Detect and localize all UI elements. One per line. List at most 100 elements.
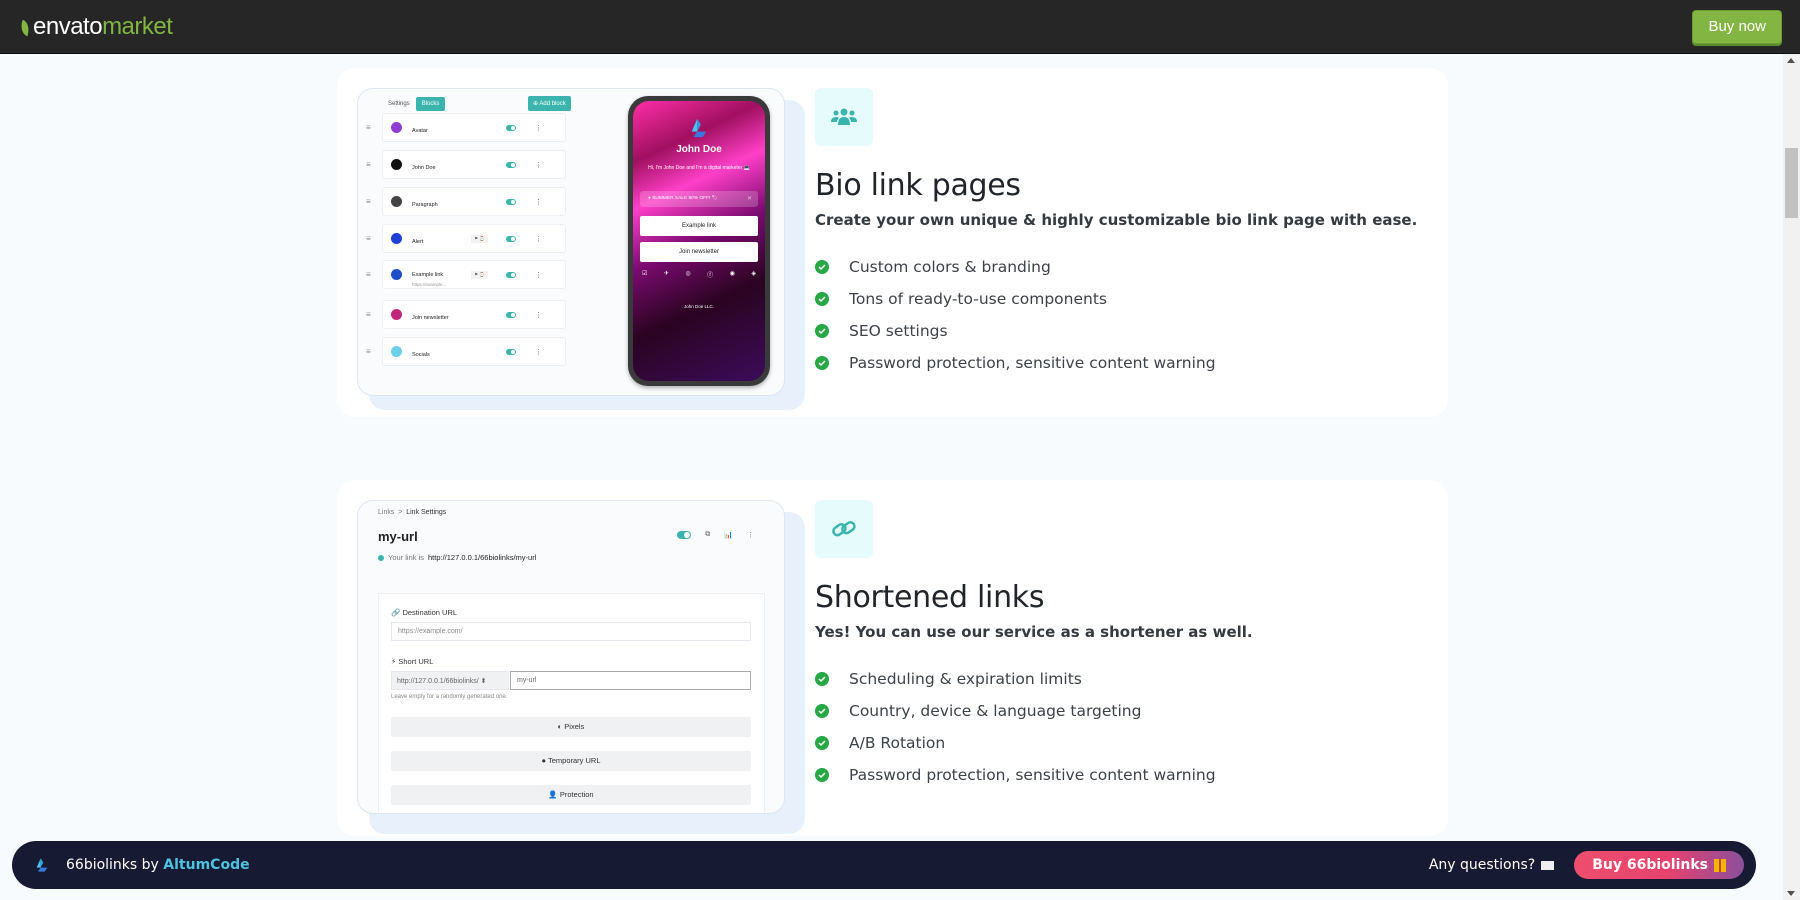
feature-bullet: SEO settings [815, 315, 1417, 347]
whatsapp-social-icon[interactable]: ◎ [685, 270, 690, 279]
email-social-icon[interactable]: ☑ [642, 270, 647, 279]
link-info: Your link is http://127.0.0.1/66biolinks… [378, 553, 536, 562]
block-toggle[interactable] [506, 348, 516, 355]
phone-link-button[interactable]: Example link [640, 216, 758, 236]
add-block-button[interactable]: ⊕ Add block [528, 96, 571, 111]
block-row[interactable]: ≡ Join newsletter ⋮ [366, 300, 566, 329]
scroll-up-arrow-icon[interactable] [1787, 58, 1795, 63]
more-options-icon[interactable]: ⋮ [535, 348, 542, 356]
copy-icon[interactable]: ⧉ [705, 531, 710, 539]
more-options-icon[interactable]: ⋮ [535, 161, 542, 169]
scroll-down-arrow-icon[interactable] [1787, 891, 1795, 896]
logo-word-envato: envato [33, 12, 103, 40]
more-options-icon[interactable]: ⋮ [535, 235, 542, 243]
bottom-bar-actions: Any questions? Buy 66biolinks [1429, 851, 1744, 879]
product-name: 66biolinks by AltumCode [66, 857, 250, 873]
block-row[interactable]: ≡ John Doe ⋮ [366, 150, 566, 179]
envato-logo[interactable]: envato market [17, 12, 173, 41]
link-url[interactable]: http://127.0.0.1/66biolinks/my-url [428, 553, 536, 562]
feature-bullet-text: Custom colors & branding [849, 258, 1051, 276]
drag-handle-icon[interactable]: ≡ [366, 160, 374, 169]
temporary-url-section-button[interactable]: ● Temporary URL [391, 751, 751, 771]
short-url-help: Leave empty for a randomly generated one… [391, 694, 508, 700]
facebook-social-icon[interactable]: ⓕ [707, 270, 713, 279]
buy-66biolinks-button[interactable]: Buy 66biolinks [1574, 851, 1744, 879]
block-row[interactable]: ≡ Avatar ⋮ [366, 113, 566, 142]
block-row[interactable]: ≡ Paragraph ⋮ [366, 187, 566, 216]
pixels-section-button[interactable]: ◐ Pixels [391, 717, 751, 737]
block-name: John Doe [412, 164, 436, 171]
link-icon [832, 521, 856, 537]
block-row[interactable]: ≡ Alert ⚑ ⌚ ⋮ [366, 224, 566, 253]
block-row[interactable]: ≡ Socials ⋮ [366, 337, 566, 366]
block-label: Avatar [412, 119, 428, 137]
66biolinks-logo-icon [691, 118, 707, 138]
short-url-input[interactable]: my-url [510, 671, 751, 690]
drag-handle-icon[interactable]: ≡ [366, 347, 374, 356]
feature-bullet-text: SEO settings [849, 322, 948, 340]
short-url-domain-select[interactable]: http://127.0.0.1/66biolinks/ ⬍ [391, 671, 509, 690]
block-item[interactable]: Paragraph ⋮ [382, 187, 566, 216]
breadcrumb: Links > Link Settings [378, 509, 446, 516]
block-toggle[interactable] [506, 271, 516, 278]
block-item[interactable]: John Doe ⋮ [382, 150, 566, 179]
destination-url-input[interactable]: https://example.com/ [391, 622, 751, 641]
any-questions-link[interactable]: Any questions? [1428, 857, 1555, 873]
more-options-icon[interactable]: ⋮ [535, 124, 542, 132]
tab-settings[interactable]: Settings [388, 101, 410, 107]
feature-icon-box [815, 88, 873, 146]
phone-profile-name: John Doe [676, 144, 722, 155]
temporary-url-label: Temporary URL [547, 756, 601, 765]
link-settings-form: 🔗 Destination URL https://example.com/ ⚡… [378, 593, 765, 813]
drag-handle-icon[interactable]: ≡ [366, 310, 374, 319]
block-toggle[interactable] [506, 198, 516, 205]
more-options-icon[interactable]: ⋮ [535, 198, 542, 206]
destination-url-label-text: Destination URL [402, 608, 458, 617]
block-toggle[interactable] [506, 235, 516, 242]
check-circle-icon [815, 736, 829, 750]
any-questions-label: Any questions? [1428, 857, 1536, 873]
link-enabled-toggle[interactable] [677, 531, 692, 539]
scrollbar-thumb[interactable] [1785, 148, 1798, 218]
close-icon[interactable]: ✕ [747, 195, 752, 202]
phone-alert-text: SUMMER SALE 50% OFF! 🏷 [652, 196, 718, 201]
block-item[interactable]: Avatar ⋮ [382, 113, 566, 142]
drag-handle-icon[interactable]: ≡ [366, 234, 374, 243]
check-circle-icon [815, 768, 829, 782]
block-tags: ⚑ ⌚ [471, 270, 488, 279]
more-options-icon[interactable]: ⋮ [535, 311, 542, 319]
more-options-icon[interactable]: ⋮ [535, 271, 542, 279]
link-actions: ⧉ 📊 ⋮ [677, 531, 754, 539]
messenger-social-icon[interactable]: ◉ [730, 270, 735, 279]
block-label: Example link https://example... [412, 263, 446, 287]
statistics-icon[interactable]: 📊 [724, 531, 733, 539]
protection-section-button[interactable]: 👤 Protection [391, 785, 751, 805]
block-item[interactable]: Join newsletter ⋮ [382, 300, 566, 329]
block-item[interactable]: Example link https://example... ⚑ ⌚ ⋮ [382, 260, 566, 289]
tab-blocks[interactable]: Blocks [415, 97, 446, 111]
block-item[interactable]: Socials ⋮ [382, 337, 566, 366]
page-scrollbar[interactable] [1783, 54, 1800, 900]
drag-handle-icon[interactable]: ≡ [366, 197, 374, 206]
block-label: Alert [412, 230, 423, 248]
block-item[interactable]: Alert ⚑ ⌚ ⋮ [382, 224, 566, 253]
block-row[interactable]: ≡ Example link https://example... ⚑ ⌚ ⋮ [366, 260, 566, 289]
feature-content: Bio link pages Create your own unique & … [815, 88, 1417, 379]
block-toggle[interactable] [506, 124, 516, 131]
discord-social-icon[interactable]: ◈ [751, 270, 756, 279]
phone-newsletter-button[interactable]: Join newsletter [640, 242, 758, 262]
protection-label: Protection [559, 790, 594, 799]
buy-now-button[interactable]: Buy now [1692, 9, 1782, 44]
telegram-social-icon[interactable]: ✈ [664, 270, 669, 279]
product-bottom-bar: 66biolinks by AltumCode Any questions? B… [12, 841, 1756, 889]
block-toggle[interactable] [506, 311, 516, 318]
drag-handle-icon[interactable]: ≡ [366, 123, 374, 132]
feature-bullet: Custom colors & branding [815, 251, 1417, 283]
author-link[interactable]: AltumCode [163, 857, 249, 873]
block-label: Socials [412, 343, 430, 361]
block-toggle[interactable] [506, 161, 516, 168]
more-options-icon[interactable]: ⋮ [747, 531, 754, 539]
drag-handle-icon[interactable]: ≡ [366, 270, 374, 279]
breadcrumb-links[interactable]: Links [378, 509, 394, 516]
phone-screen: John Doe Hi, I'm John Doe and I'm a digi… [633, 101, 765, 381]
